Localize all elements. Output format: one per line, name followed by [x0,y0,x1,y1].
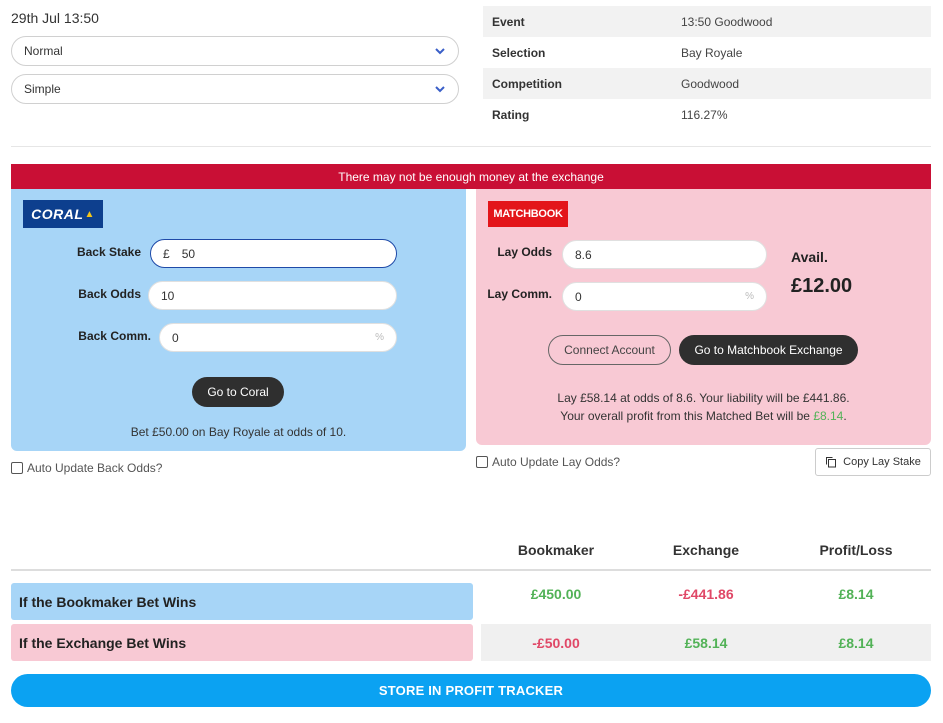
lay-note-prefix: Your overall profit from this Matched Be… [560,409,814,423]
mode-select[interactable]: Normal [11,36,459,66]
row1-exchange: -£441.86 [678,586,734,602]
lay-note-profit: £8.14 [813,409,844,423]
copy-icon [825,456,837,468]
back-odds-value: 10 [161,288,175,303]
avail-label: Avail. [791,249,828,265]
avail-value: £12.00 [791,275,853,297]
auto-update-lay-checkbox[interactable]: Auto Update Lay Odds? [476,455,620,469]
chevron-down-icon [434,45,446,57]
currency-symbol: £ [163,246,170,261]
row-bookmaker-wins-label: If the Bookmaker Bet Wins [11,583,473,620]
event-info-table: Event 13:50 Goodwood Selection Bay Royal… [483,6,931,130]
info-row-rating: Rating 116.27% [483,99,931,130]
lay-odds-input[interactable]: 8.6 [562,240,767,269]
header-bookmaker: Bookmaker [517,542,595,558]
lay-comm-value: 0 [575,289,582,304]
checkbox-box[interactable] [11,462,23,474]
connect-account-button[interactable]: Connect Account [548,335,671,365]
percent-unit: % [375,332,384,343]
info-row-selection: Selection Bay Royale [483,37,931,68]
back-odds-label: Back Odds [78,287,141,301]
back-stake-input[interactable]: £ 50 [150,239,397,268]
back-stake-value: 50 [181,246,196,261]
row2-exchange: £58.14 [684,635,728,651]
percent-unit: % [745,291,754,302]
auto-update-back-label: Auto Update Back Odds? [27,461,163,475]
checkbox-box[interactable] [476,456,488,468]
info-value: 116.27% [681,107,728,122]
info-value: Goodwood [681,76,740,91]
lay-note-line1: Lay £58.14 at odds of 8.6. Your liabilit… [557,391,850,405]
lay-note-line2: Your overall profit from this Matched Be… [476,409,931,423]
back-odds-input[interactable]: 10 [148,281,397,310]
lay-comm-label: Lay Comm. [487,287,552,301]
info-key: Competition [492,76,562,91]
info-row-event: Event 13:50 Goodwood [483,6,931,37]
chevron-down-icon [434,83,446,95]
date-time: 29th Jul 13:50 [11,10,99,26]
row1-profit: £8.14 [838,586,874,602]
back-stake-label: Back Stake [76,245,141,259]
header-exchange: Exchange [672,542,740,558]
divider [11,146,931,147]
copy-lay-stake-label: Copy Lay Stake [843,456,921,468]
matchbook-logo: MATCHBOOK [488,201,568,227]
info-key: Event [492,14,525,29]
type-select-value: Simple [24,82,61,96]
warning-banner: There may not be enough money at the exc… [11,164,931,189]
type-select[interactable]: Simple [11,74,459,104]
back-comm-value: 0 [172,330,179,345]
store-profit-tracker-button[interactable]: STORE IN PROFIT TRACKER [11,674,931,707]
row-exchange-wins-label: If the Exchange Bet Wins [11,624,473,661]
go-to-matchbook-button[interactable]: Go to Matchbook Exchange [679,335,858,365]
info-row-competition: Competition Goodwood [483,68,931,99]
info-value: Bay Royale [681,45,743,60]
lay-odds-value: 8.6 [575,247,592,262]
row2-bookmaker: -£50.00 [532,635,580,651]
back-comm-input[interactable]: 0 % [159,323,397,352]
back-bet-note: Bet £50.00 on Bay Royale at odds of 10. [130,425,347,439]
copy-lay-stake-button[interactable]: Copy Lay Stake [815,448,931,476]
back-comm-label: Back Comm. [78,329,151,343]
lay-panel: MATCHBOOK Lay Odds 8.6 Lay Comm. 0 % Ava… [476,189,931,445]
row2-profit: £8.14 [838,635,874,651]
info-value: 13:50 Goodwood [681,14,773,29]
row1-bookmaker: £450.00 [530,586,582,602]
auto-update-back-checkbox[interactable]: Auto Update Back Odds? [11,461,162,475]
back-panel: CORAL ▲ Back Stake £ 50 Back Odds 10 Back… [11,189,466,451]
header-profit-loss: Profit/Loss [819,542,893,558]
go-to-coral-button[interactable]: Go to Coral [192,377,284,407]
lay-odds-label: Lay Odds [497,245,552,259]
lay-note-suffix: . [843,409,847,423]
lay-comm-input[interactable]: 0 % [562,282,767,311]
mode-select-value: Normal [24,44,63,58]
info-key: Rating [492,107,530,122]
info-key: Selection [492,45,546,60]
coral-logo-text: CORAL [31,206,84,222]
coral-logo: CORAL ▲ [23,200,103,228]
results-header-line [11,569,931,571]
auto-update-lay-label: Auto Update Lay Odds? [492,455,621,469]
